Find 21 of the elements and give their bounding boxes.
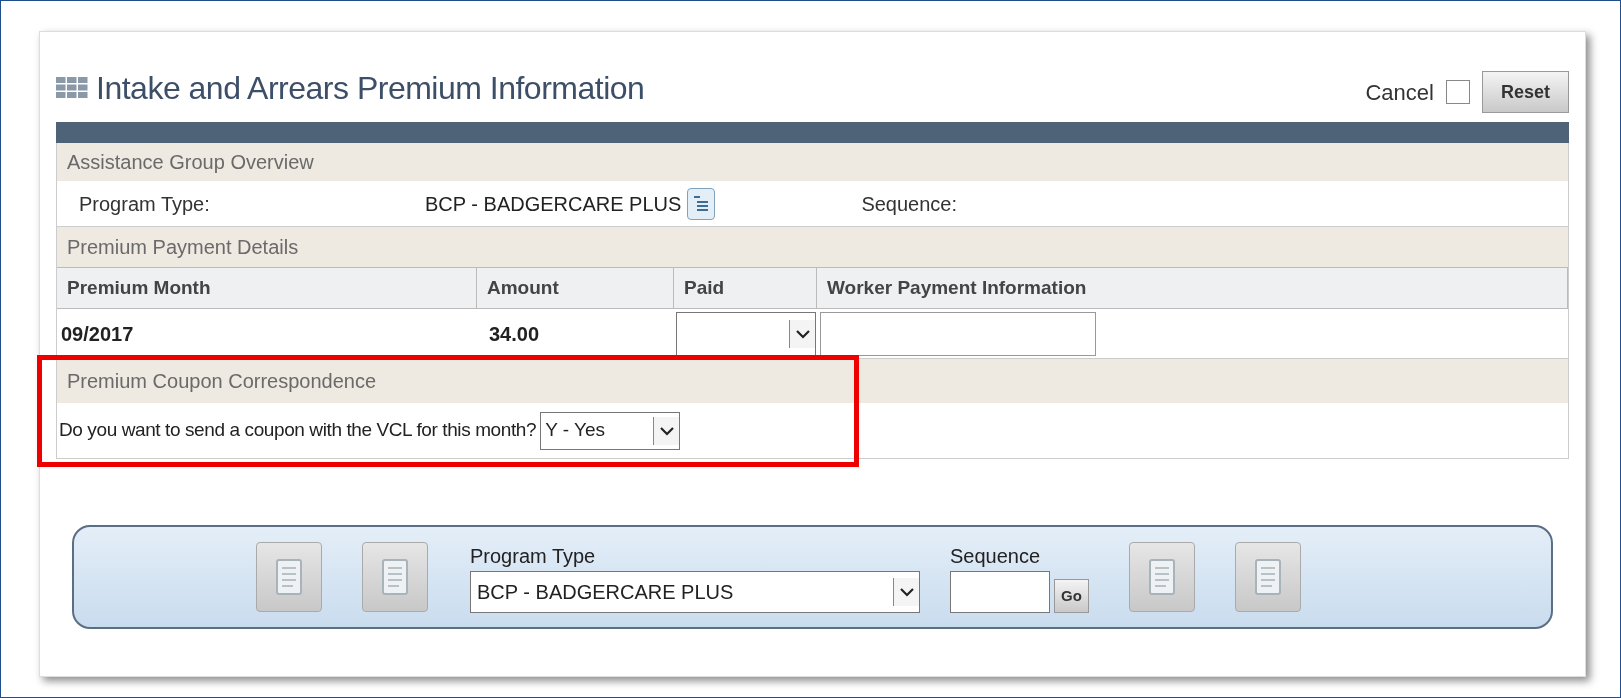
- question-text: Do you want to send a coupon with the VCL for this month?: [58, 418, 537, 443]
- field-label: Sequence: [950, 544, 1042, 569]
- column-header: Worker Payment Information: [817, 268, 1568, 308]
- page-title: Intake and Arrears Premium Information: [96, 69, 645, 108]
- section-header: Assistance Group Overview: [57, 143, 1568, 181]
- column-header: Premium Month: [57, 268, 477, 308]
- section-header: Premium Payment Details: [57, 227, 1568, 267]
- coupon-dropdown[interactable]: Y - Yes: [540, 411, 681, 450]
- program-type-dropdown[interactable]: BCP - BADGERCARE PLUS: [470, 571, 920, 613]
- column-header: Amount: [477, 268, 674, 308]
- cancel-label: Cancel: [1365, 78, 1434, 107]
- table-cell-text: 34.00: [488, 321, 541, 347]
- field-label: Sequence:: [861, 191, 957, 217]
- field-label: Program Type:: [78, 191, 211, 217]
- reset-button[interactable]: Reset: [1481, 71, 1569, 113]
- table-cell-text: 09/2017: [60, 321, 135, 347]
- column-header: Paid: [674, 268, 817, 308]
- field-value: BCP - BADGERCARE PLUS: [425, 191, 682, 217]
- section-header: Premium Coupon Correspondence: [57, 359, 1568, 403]
- field-label: Program Type: [470, 544, 597, 569]
- go-button[interactable]: Go: [1054, 579, 1089, 613]
